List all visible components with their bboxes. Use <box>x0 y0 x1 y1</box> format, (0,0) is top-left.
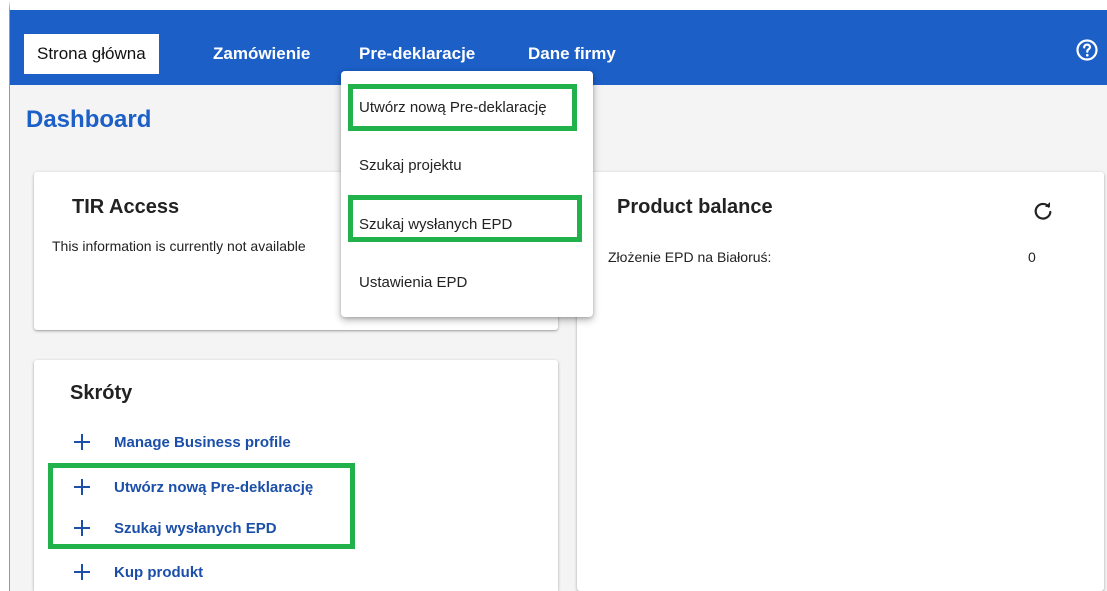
menu-item-utworz-pre-deklaracje[interactable]: Utwórz nową Pre-deklarację <box>359 99 547 116</box>
pre-deklaracje-dropdown-menu: Utwórz nową Pre-deklarację Szukaj projek… <box>341 71 593 317</box>
tir-access-title: TIR Access <box>72 196 180 218</box>
shortcut-kup-produkt[interactable]: Kup produkt <box>74 560 203 584</box>
menu-item-szukaj-projektu[interactable]: Szukaj projektu <box>359 157 462 174</box>
tir-access-message: This information is currently not availa… <box>52 238 306 254</box>
plus-icon <box>74 434 90 450</box>
shortcut-manage-business-profile[interactable]: Manage Business profile <box>74 430 291 454</box>
balance-row-value: 0 <box>1028 249 1036 265</box>
plus-icon <box>74 564 90 580</box>
tab-dane-firmy[interactable]: Dane firmy <box>528 34 616 74</box>
product-balance-title: Product balance <box>617 196 773 218</box>
shortcut-label: Utwórz nową Pre-deklarację <box>114 478 314 496</box>
tab-zamowienie[interactable]: Zamówienie <box>213 34 310 74</box>
menu-item-szukaj-wyslanych-epd[interactable]: Szukaj wysłanych EPD <box>359 216 512 233</box>
help-circle-icon[interactable] <box>1075 38 1099 62</box>
shortcuts-card: Skróty Manage Business profile Utwórz no… <box>34 360 558 591</box>
shortcut-label: Szukaj wysłanych EPD <box>114 519 277 537</box>
refresh-icon[interactable] <box>1032 200 1054 222</box>
shortcuts-title: Skróty <box>70 382 133 404</box>
shortcut-label: Kup produkt <box>114 563 204 581</box>
page-title: Dashboard <box>26 106 152 133</box>
shortcut-utworz-pre-deklaracje[interactable]: Utwórz nową Pre-deklarację <box>74 475 313 499</box>
shortcut-label: Manage Business profile <box>114 433 291 451</box>
tab-pre-deklaracje[interactable]: Pre-deklaracje <box>359 34 475 74</box>
menu-item-ustawienia-epd[interactable]: Ustawienia EPD <box>359 274 467 291</box>
tab-strona-glowna[interactable]: Strona główna <box>24 34 159 74</box>
plus-icon <box>74 479 90 495</box>
shortcut-szukaj-wyslanych-epd[interactable]: Szukaj wysłanych EPD <box>74 516 277 540</box>
plus-icon <box>74 520 90 536</box>
product-balance-card: Product balance Złożenie EPD na Białoruś… <box>577 172 1104 591</box>
balance-row-label: Złożenie EPD na Białoruś: <box>608 249 772 265</box>
